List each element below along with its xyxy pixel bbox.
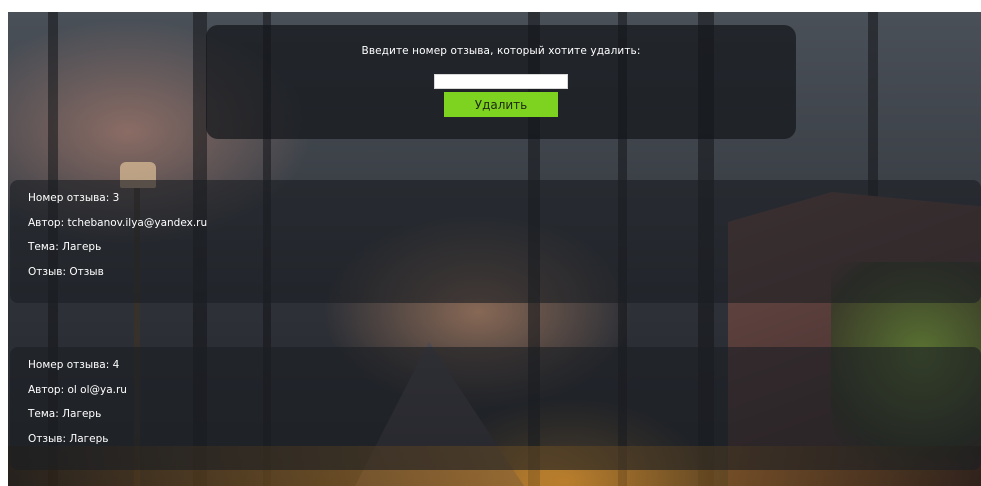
- review-number-value: 3: [112, 192, 120, 204]
- review-author: Автор: ol ol@ya.ru: [28, 383, 981, 396]
- review-number-value: 4: [112, 359, 120, 371]
- delete-prompt-text: Введите номер отзыва, который хотите уда…: [361, 45, 641, 57]
- review-text: Отзыв: Лагерь: [28, 432, 981, 445]
- review-number: Номер отзыва: 4: [28, 360, 981, 371]
- review-number-label: Номер отзыва:: [28, 192, 110, 204]
- review-number: Номер отзыва: 3: [28, 193, 981, 204]
- review-topic: Тема: Лагерь: [28, 242, 981, 253]
- delete-button[interactable]: Удалить: [444, 92, 558, 117]
- review-text-value: Отзыв: [69, 265, 104, 278]
- review-text-label: Отзыв:: [28, 265, 66, 278]
- review-text: Отзыв: Отзыв: [28, 265, 981, 278]
- review-text-label: Отзыв:: [28, 432, 66, 445]
- review-id-input[interactable]: [434, 74, 568, 89]
- review-topic-value: Лагерь: [62, 408, 102, 420]
- review-author-value: tchebanov.ilya@yandex.ru: [67, 216, 208, 229]
- review-card: Номер отзыва: 4 Автор: ol ol@ya.ru Тема:…: [10, 347, 981, 470]
- delete-review-form: Введите номер отзыва, который хотите уда…: [206, 25, 796, 139]
- review-topic-value: Лагерь: [62, 241, 102, 253]
- review-topic-label: Тема:: [28, 408, 59, 420]
- review-text-value: Лагерь: [69, 432, 109, 445]
- review-topic-label: Тема:: [28, 241, 59, 253]
- review-author: Автор: tchebanov.ilya@yandex.ru: [28, 216, 981, 229]
- review-topic: Тема: Лагерь: [28, 409, 981, 420]
- review-author-value: ol ol@ya.ru: [67, 383, 127, 396]
- review-author-label: Автор:: [28, 216, 65, 229]
- review-author-label: Автор:: [28, 383, 65, 396]
- review-number-label: Номер отзыва:: [28, 359, 110, 371]
- review-card: Номер отзыва: 3 Автор: tchebanov.ilya@ya…: [10, 180, 981, 303]
